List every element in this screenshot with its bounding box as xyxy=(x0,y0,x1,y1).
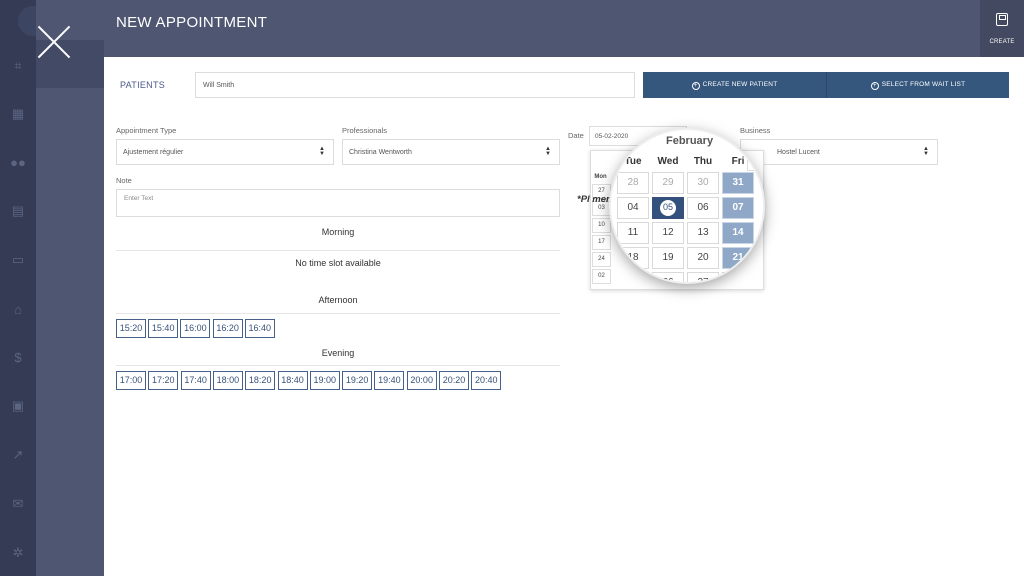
divider xyxy=(116,313,560,314)
day-of-week-header: Wed xyxy=(657,156,679,167)
day-of-week-header: Fri xyxy=(731,156,745,167)
time-slot-button[interactable]: 15:40 xyxy=(148,319,179,338)
plus-circle-icon: + xyxy=(691,82,700,90)
users-icon[interactable]: ●● xyxy=(10,155,26,171)
appointment-type-value: Ajustement régulier xyxy=(123,149,184,156)
calendar-day-cell[interactable]: 21 xyxy=(722,247,754,269)
time-slot-button[interactable]: 16:40 xyxy=(244,319,275,338)
day-of-week-header: Tue xyxy=(624,156,642,167)
calendar-day-cell[interactable]: 12 xyxy=(652,222,684,244)
mail-icon[interactable]: ✉ xyxy=(10,496,26,512)
time-slot-button[interactable]: 16:20 xyxy=(212,319,243,338)
create-new-patient-label: CREATE NEW PATIENT xyxy=(702,81,778,88)
morning-empty-text: No time slot available xyxy=(295,258,381,268)
mini-day-cell[interactable]: 17 xyxy=(592,235,611,250)
save-icon xyxy=(996,13,1008,26)
create-label: CREATE xyxy=(989,39,1015,45)
grid-icon[interactable]: ⌗ xyxy=(10,58,26,74)
calendar-magnifier: February ‹ › TueWedThuFri 28293031040506… xyxy=(609,128,765,284)
day-of-week-header: Thu xyxy=(693,156,713,167)
calendar-day-cell[interactable]: 06 xyxy=(687,197,719,219)
calendar-day-cell[interactable]: 19 xyxy=(652,247,684,269)
card-icon[interactable]: ▭ xyxy=(10,252,26,268)
calendar-day-cell[interactable]: 14 xyxy=(722,222,754,244)
calendar-day-cell[interactable]: 07 xyxy=(722,197,754,219)
time-slot-button[interactable]: 17:20 xyxy=(148,371,179,390)
professionals-label: Professionals xyxy=(342,126,388,135)
calendar-icon[interactable]: ▦ xyxy=(10,106,26,122)
time-slot-button[interactable]: 15:20 xyxy=(116,319,146,338)
gear-icon[interactable]: ✲ xyxy=(10,545,26,561)
business-select[interactable]: Hostel Lucent ▲ ▼ xyxy=(740,139,938,165)
select-arrows-icon: ▲ ▼ xyxy=(923,146,929,157)
time-slot-button[interactable]: 19:40 xyxy=(374,371,405,390)
dollar-icon[interactable]: $ xyxy=(10,350,26,366)
select-arrows-icon: ▲ ▼ xyxy=(545,146,551,157)
create-button[interactable]: CREATE xyxy=(980,0,1024,57)
time-slot-button[interactable]: 16:00 xyxy=(180,319,211,338)
calendar-day-cell[interactable]: 13 xyxy=(687,222,719,244)
selected-day-cell[interactable]: 05 xyxy=(652,197,684,219)
time-slot-button[interactable]: 18:00 xyxy=(212,371,243,390)
calendar-day-cell[interactable]: 29 xyxy=(652,172,684,194)
calendar-alt-icon[interactable]: ▤ xyxy=(10,203,26,219)
time-slot-button[interactable]: 20:40 xyxy=(471,371,502,390)
time-slot-button[interactable]: 17:00 xyxy=(116,371,146,390)
close-icon[interactable] xyxy=(32,22,72,62)
page-title: NEW APPOINTMENT xyxy=(116,14,268,31)
calendar-day-cell[interactable]: 28 xyxy=(617,172,649,194)
appointment-type-select[interactable]: Ajustement régulier ▲ ▼ xyxy=(116,139,334,165)
mini-day-cell[interactable]: 02 xyxy=(592,269,611,284)
calendar-day-cell[interactable]: 20 xyxy=(687,247,719,269)
divider xyxy=(116,250,560,251)
patient-input[interactable]: Will Smith xyxy=(195,72,635,98)
professionals-value: Christina Wentworth xyxy=(349,149,412,156)
date-label: Date xyxy=(568,131,584,140)
plus-circle-icon: + xyxy=(870,82,879,90)
time-slot-button[interactable]: 17:40 xyxy=(180,371,211,390)
morning-title: Morning xyxy=(321,227,355,237)
mini-day-cell[interactable]: 10 xyxy=(592,218,611,233)
calendar-day-cell[interactable]: 18 xyxy=(617,247,649,269)
note-label: Note xyxy=(116,176,132,185)
patients-label: PATIENTS xyxy=(120,80,166,90)
time-slot-button[interactable]: 18:20 xyxy=(245,371,276,390)
app-sidebar: ⌗ ▦ ●● ▤ ▭ ⌂ $ ▣ ↗ ✉ ✲ xyxy=(0,0,48,576)
side-subpanel xyxy=(36,0,104,576)
calendar-day-cell[interactable]: 04 xyxy=(617,197,649,219)
calendar-day-cell[interactable]: 11 xyxy=(617,222,649,244)
create-new-patient-button[interactable]: + CREATE NEW PATIENT xyxy=(643,72,826,98)
chart-icon[interactable]: ↗ xyxy=(10,447,26,463)
time-slot-button[interactable]: 18:40 xyxy=(277,371,308,390)
wait-list-label: SELECT FROM WAIT LIST xyxy=(881,81,966,88)
time-slot-button[interactable]: 19:20 xyxy=(342,371,373,390)
page-header: NEW APPOINTMENT CREATE xyxy=(104,0,1024,57)
contact-icon[interactable]: ▣ xyxy=(10,398,26,414)
select-arrows-icon: ▲ ▼ xyxy=(319,146,325,157)
select-wait-list-button[interactable]: + SELECT FROM WAIT LIST xyxy=(826,72,1009,98)
calendar-month: February xyxy=(666,135,714,147)
appointment-type-label: Appointment Type xyxy=(116,126,177,135)
afternoon-title: Afternoon xyxy=(318,295,358,305)
time-slot-button[interactable]: 20:20 xyxy=(439,371,469,390)
note-textarea[interactable]: Enter Text xyxy=(116,189,560,217)
basket-icon[interactable]: ⌂ xyxy=(10,302,26,318)
time-slot-button[interactable]: 19:00 xyxy=(309,371,340,390)
selected-day-label: 05 xyxy=(660,200,676,216)
calendar-day-cell[interactable]: 31 xyxy=(722,172,754,194)
time-slot-button[interactable]: 20:00 xyxy=(406,371,437,390)
calendar-day-cell[interactable]: 30 xyxy=(687,172,719,194)
evening-title: Evening xyxy=(321,348,355,358)
mini-day-cell[interactable]: 24 xyxy=(592,252,611,267)
divider xyxy=(116,365,560,366)
professionals-select[interactable]: Christina Wentworth ▲ ▼ xyxy=(342,139,560,165)
